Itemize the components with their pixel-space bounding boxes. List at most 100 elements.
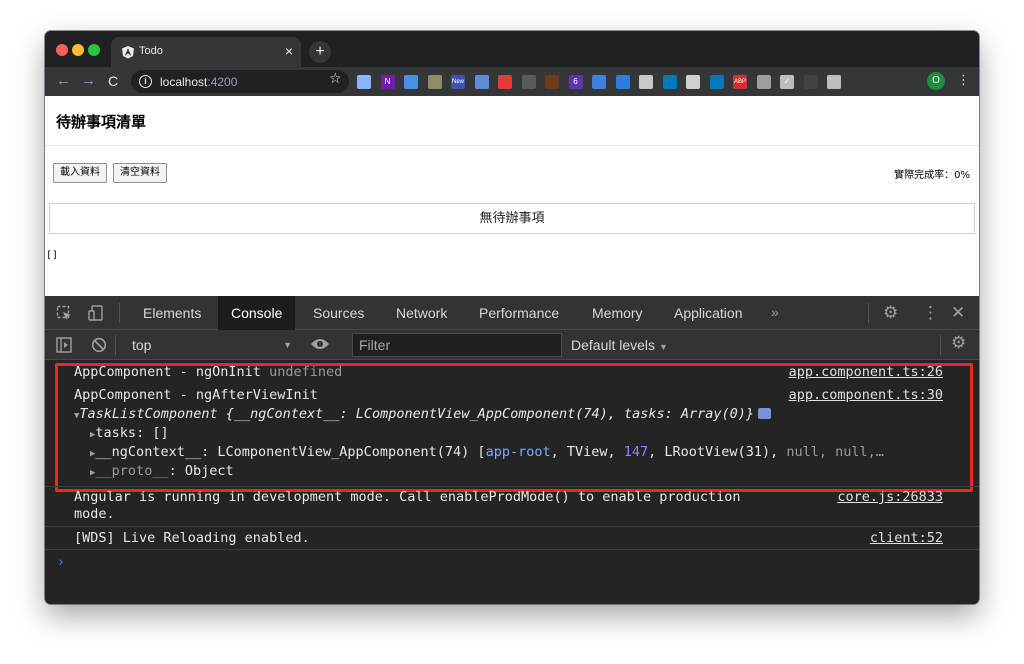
maximize-window-button[interactable] xyxy=(88,44,100,56)
puzzle-icon[interactable] xyxy=(827,75,841,89)
object-summary[interactable]: ▼TaskListComponent {__ngContext__: LComp… xyxy=(74,406,772,422)
context-select[interactable]: top ▼ xyxy=(122,334,292,356)
board-icon[interactable] xyxy=(686,75,700,89)
close-window-button[interactable] xyxy=(56,44,68,56)
reload-icon[interactable]: C xyxy=(108,73,118,89)
console-filter-bar: top ▼ Filter Default levels ▼ ⚙ xyxy=(45,330,979,360)
url-port: :4200 xyxy=(207,75,238,89)
profile-avatar[interactable]: O xyxy=(927,72,945,90)
load-data-button[interactable]: 載入資料 xyxy=(53,163,107,183)
dropdown-arrow-icon: ▼ xyxy=(658,342,668,352)
tab-title: Todo xyxy=(139,45,163,57)
onenote-icon[interactable]: N xyxy=(380,75,395,89)
tab-bar: Todo × + xyxy=(45,31,979,67)
completion-rate: 實際完成率：0% xyxy=(894,170,970,181)
web-page: 待辦事項清單 載入資料 清空資料 實際完成率：0% 無待辦事項 [] xyxy=(45,96,979,296)
site-info-icon[interactable]: i xyxy=(139,75,152,88)
minimize-window-button[interactable] xyxy=(72,44,84,56)
tab-performance[interactable]: Performance xyxy=(466,296,572,330)
address-bar[interactable]: i localhost:4200 xyxy=(131,70,349,93)
property-ngcontext[interactable]: ▶__ngContext__: LComponentView_AppCompon… xyxy=(90,444,884,460)
owl-icon[interactable] xyxy=(545,75,559,89)
settings-gear-icon[interactable]: ⚙ xyxy=(883,303,898,323)
property-proto[interactable]: ▶__proto__: Object xyxy=(90,463,234,479)
console-filter-input[interactable]: Filter xyxy=(352,333,562,357)
separator xyxy=(119,303,120,323)
back-arrow-icon[interactable]: ← xyxy=(56,73,71,89)
devtools-panel: Elements Console Sources Network Perform… xyxy=(45,296,979,604)
mail-icon[interactable] xyxy=(474,75,489,89)
crop-icon[interactable] xyxy=(521,75,536,89)
source-link[interactable]: app.component.ts:26 xyxy=(789,364,943,380)
window-icon[interactable] xyxy=(615,75,630,89)
console-message: AppComponent - ngOnInit undefined xyxy=(74,364,343,380)
console-prompt-icon[interactable]: › xyxy=(57,555,65,570)
trello-icon[interactable] xyxy=(662,75,677,89)
separator xyxy=(868,303,869,323)
source-link[interactable]: core.js:26833 xyxy=(837,489,943,505)
sidebar-toggle-icon[interactable] xyxy=(56,337,72,353)
badge-six-icon[interactable]: 6 xyxy=(568,75,583,89)
tab-sources[interactable]: Sources xyxy=(300,296,377,330)
levels-label: Default levels xyxy=(571,337,656,353)
console-settings-gear-icon[interactable]: ⚙ xyxy=(951,333,966,353)
property-tasks[interactable]: ▶tasks: [] xyxy=(90,425,169,441)
page-title: 待辦事項清單 xyxy=(56,113,147,131)
abp-icon[interactable]: ABP xyxy=(733,75,747,89)
clear-data-button[interactable]: 清空資料 xyxy=(113,163,167,183)
trello-alt-icon[interactable] xyxy=(709,75,724,89)
live-expression-eye-icon[interactable] xyxy=(310,337,330,351)
gem-ext-icon[interactable] xyxy=(357,75,371,89)
message-divider xyxy=(45,549,979,550)
tab-console[interactable]: Console xyxy=(218,296,296,330)
extensions-row: N New 6 ABP ✓ xyxy=(357,72,851,92)
separator xyxy=(940,335,941,355)
tab-memory[interactable]: Memory xyxy=(579,296,656,330)
console-message: [WDS] Live Reloading enabled. xyxy=(74,530,310,546)
angular-logo-icon xyxy=(122,46,134,59)
source-link[interactable]: app.component.ts:30 xyxy=(789,387,943,403)
screenshot-icon[interactable] xyxy=(592,75,606,89)
clear-console-icon[interactable] xyxy=(91,337,107,353)
device-toolbar-icon[interactable] xyxy=(88,305,104,321)
compass-icon[interactable] xyxy=(404,75,418,89)
message-divider xyxy=(45,486,979,487)
source-link[interactable]: client:52 xyxy=(870,530,943,546)
browser-toolbar: ← → C i localhost:4200 ☆ N New 6 ABP ✓ O ⋮ xyxy=(45,67,979,96)
devtools-menu-icon[interactable]: ⋮ xyxy=(922,303,939,323)
more-tabs-icon[interactable]: » xyxy=(771,304,779,320)
log-levels-dropdown[interactable]: Default levels ▼ xyxy=(571,334,668,358)
tab-elements[interactable]: Elements xyxy=(130,296,214,330)
bulb-icon[interactable] xyxy=(639,75,653,89)
close-devtools-icon[interactable]: ✕ xyxy=(951,303,965,323)
url-host: localhost xyxy=(160,75,208,89)
tab-network[interactable]: Network xyxy=(383,296,460,330)
browser-tab-todo[interactable]: Todo × xyxy=(111,37,301,67)
new-tab-button[interactable]: + xyxy=(309,41,331,63)
info-badge-icon xyxy=(758,408,772,419)
console-output: AppComponent - ngOnInit undefined app.co… xyxy=(45,360,979,604)
console-message: AppComponent - ngAfterViewInit xyxy=(74,387,318,403)
check-ext-icon[interactable]: ✓ xyxy=(780,75,794,89)
phone-ext-icon[interactable] xyxy=(803,75,818,89)
tab-close-icon[interactable]: × xyxy=(285,43,293,59)
browser-window: Todo × + ← → C i localhost:4200 ☆ N New 6 A… xyxy=(45,31,979,604)
tab-application[interactable]: Application xyxy=(661,296,756,330)
url-text[interactable]: localhost:4200 xyxy=(160,75,237,89)
divider xyxy=(45,145,979,146)
devtools-tab-bar: Elements Console Sources Network Perform… xyxy=(45,296,979,330)
new-badge-icon[interactable]: New xyxy=(451,75,465,89)
dropdown-arrow-icon: ▼ xyxy=(283,340,292,350)
bookmark-star-icon[interactable]: ☆ xyxy=(329,70,342,87)
message-divider xyxy=(45,526,979,527)
image-ext-icon[interactable] xyxy=(756,75,771,89)
console-message: Angular is running in development mode. … xyxy=(74,489,741,505)
block-icon[interactable] xyxy=(498,75,512,89)
json-output: [] xyxy=(46,250,59,261)
context-value: top xyxy=(132,337,152,353)
inspect-element-icon[interactable] xyxy=(56,305,72,321)
forward-arrow-icon[interactable]: → xyxy=(81,73,96,89)
leaf-icon[interactable] xyxy=(427,75,442,89)
browser-menu-icon[interactable]: ⋮ xyxy=(957,72,970,88)
console-message-cont: mode. xyxy=(74,506,115,522)
